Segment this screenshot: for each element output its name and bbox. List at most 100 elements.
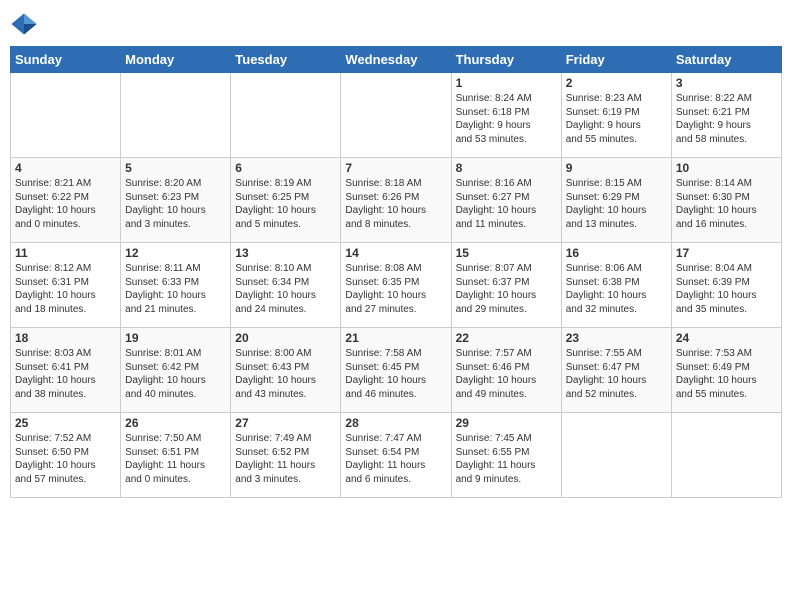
day-number: 14	[345, 246, 446, 260]
day-info: Sunrise: 8:06 AM Sunset: 6:38 PM Dayligh…	[566, 262, 667, 316]
day-info: Sunrise: 8:03 AM Sunset: 6:41 PM Dayligh…	[15, 347, 116, 401]
day-number: 27	[235, 416, 336, 430]
header-cell-sunday: Sunday	[11, 47, 121, 73]
week-row-3: 18Sunrise: 8:03 AM Sunset: 6:41 PM Dayli…	[11, 328, 782, 413]
day-number: 7	[345, 161, 446, 175]
day-cell: 21 Sunrise: 7:58 AM Sunset: 6:45 PM Dayli…	[341, 328, 451, 413]
day-info: Sunrise: 8:07 AM Sunset: 6:37 PM Dayligh…	[456, 262, 557, 316]
day-cell: 25 Sunrise: 7:52 AM Sunset: 6:50 PM Dayli…	[11, 413, 121, 498]
day-number: 28	[345, 416, 446, 430]
day-info: Sunrise: 7:49 AM Sunset: 6:52 PM Dayligh…	[235, 432, 336, 486]
week-row-4: 25 Sunrise: 7:52 AM Sunset: 6:50 PM Dayli…	[11, 413, 782, 498]
day-cell: 10 Sunrise: 8:14 AM Sunset: 6:30 PM Dayli…	[671, 158, 781, 243]
day-number: 29	[456, 416, 557, 430]
day-number: 11	[15, 246, 116, 260]
day-number: 13	[235, 246, 336, 260]
header-cell-friday: Friday	[561, 47, 671, 73]
day-cell: 22 Sunrise: 7:57 AM Sunset: 6:46 PM Dayli…	[451, 328, 561, 413]
day-number: 26	[125, 416, 226, 430]
day-number: 2	[566, 76, 667, 90]
day-cell: 5 Sunrise: 8:20 AM Sunset: 6:23 PM Daylig…	[121, 158, 231, 243]
day-info: Sunrise: 8:15 AM Sunset: 6:29 PM Dayligh…	[566, 177, 667, 231]
day-info: Sunrise: 8:01 AM Sunset: 6:42 PM Dayligh…	[125, 347, 226, 401]
day-cell	[231, 73, 341, 158]
day-cell	[11, 73, 121, 158]
day-cell: 8Sunrise: 8:16 AM Sunset: 6:27 PM Daylig…	[451, 158, 561, 243]
day-number: 12	[125, 246, 226, 260]
day-cell: 14Sunrise: 8:08 AM Sunset: 6:35 PM Dayli…	[341, 243, 451, 328]
day-cell: 9 Sunrise: 8:15 AM Sunset: 6:29 PM Daylig…	[561, 158, 671, 243]
day-info: Sunrise: 8:10 AM Sunset: 6:34 PM Dayligh…	[235, 262, 336, 316]
day-info: Sunrise: 8:23 AM Sunset: 6:19 PM Dayligh…	[566, 92, 667, 146]
day-number: 21	[345, 331, 446, 345]
week-row-0: 1 Sunrise: 8:24 AM Sunset: 6:18 PM Daylig…	[11, 73, 782, 158]
calendar-body: 1 Sunrise: 8:24 AM Sunset: 6:18 PM Daylig…	[11, 73, 782, 498]
day-info: Sunrise: 7:53 AM Sunset: 6:49 PM Dayligh…	[676, 347, 777, 401]
day-cell: 20 Sunrise: 8:00 AM Sunset: 6:43 PM Dayli…	[231, 328, 341, 413]
day-cell	[121, 73, 231, 158]
day-info: Sunrise: 7:55 AM Sunset: 6:47 PM Dayligh…	[566, 347, 667, 401]
day-number: 22	[456, 331, 557, 345]
day-info: Sunrise: 8:04 AM Sunset: 6:39 PM Dayligh…	[676, 262, 777, 316]
day-number: 6	[235, 161, 336, 175]
day-cell: 28 Sunrise: 7:47 AM Sunset: 6:54 PM Dayli…	[341, 413, 451, 498]
day-info: Sunrise: 8:24 AM Sunset: 6:18 PM Dayligh…	[456, 92, 557, 146]
page-header	[10, 10, 782, 38]
day-number: 16	[566, 246, 667, 260]
calendar-table: SundayMondayTuesdayWednesdayThursdayFrid…	[10, 46, 782, 498]
day-number: 8	[456, 161, 557, 175]
day-cell: 26 Sunrise: 7:50 AM Sunset: 6:51 PM Dayli…	[121, 413, 231, 498]
day-info: Sunrise: 8:00 AM Sunset: 6:43 PM Dayligh…	[235, 347, 336, 401]
day-cell: 17 Sunrise: 8:04 AM Sunset: 6:39 PM Dayli…	[671, 243, 781, 328]
day-info: Sunrise: 8:12 AM Sunset: 6:31 PM Dayligh…	[15, 262, 116, 316]
day-number: 5	[125, 161, 226, 175]
header-cell-thursday: Thursday	[451, 47, 561, 73]
day-cell: 12 Sunrise: 8:11 AM Sunset: 6:33 PM Dayli…	[121, 243, 231, 328]
day-info: Sunrise: 7:57 AM Sunset: 6:46 PM Dayligh…	[456, 347, 557, 401]
day-info: Sunrise: 8:20 AM Sunset: 6:23 PM Dayligh…	[125, 177, 226, 231]
day-info: Sunrise: 8:22 AM Sunset: 6:21 PM Dayligh…	[676, 92, 777, 146]
day-info: Sunrise: 7:52 AM Sunset: 6:50 PM Dayligh…	[15, 432, 116, 486]
day-cell: 16 Sunrise: 8:06 AM Sunset: 6:38 PM Dayli…	[561, 243, 671, 328]
day-cell: 19Sunrise: 8:01 AM Sunset: 6:42 PM Dayli…	[121, 328, 231, 413]
day-info: Sunrise: 8:11 AM Sunset: 6:33 PM Dayligh…	[125, 262, 226, 316]
day-info: Sunrise: 7:47 AM Sunset: 6:54 PM Dayligh…	[345, 432, 446, 486]
day-cell	[341, 73, 451, 158]
day-number: 1	[456, 76, 557, 90]
day-number: 15	[456, 246, 557, 260]
day-cell: 18Sunrise: 8:03 AM Sunset: 6:41 PM Dayli…	[11, 328, 121, 413]
header-row: SundayMondayTuesdayWednesdayThursdayFrid…	[11, 47, 782, 73]
day-number: 23	[566, 331, 667, 345]
day-info: Sunrise: 8:19 AM Sunset: 6:25 PM Dayligh…	[235, 177, 336, 231]
day-cell: 27 Sunrise: 7:49 AM Sunset: 6:52 PM Dayli…	[231, 413, 341, 498]
header-cell-saturday: Saturday	[671, 47, 781, 73]
day-number: 9	[566, 161, 667, 175]
day-cell: 2 Sunrise: 8:23 AM Sunset: 6:19 PM Daylig…	[561, 73, 671, 158]
week-row-1: 4Sunrise: 8:21 AM Sunset: 6:22 PM Daylig…	[11, 158, 782, 243]
day-cell: 6 Sunrise: 8:19 AM Sunset: 6:25 PM Daylig…	[231, 158, 341, 243]
day-number: 10	[676, 161, 777, 175]
day-info: Sunrise: 8:14 AM Sunset: 6:30 PM Dayligh…	[676, 177, 777, 231]
day-cell: 23 Sunrise: 7:55 AM Sunset: 6:47 PM Dayli…	[561, 328, 671, 413]
day-cell: 1 Sunrise: 8:24 AM Sunset: 6:18 PM Daylig…	[451, 73, 561, 158]
header-cell-wednesday: Wednesday	[341, 47, 451, 73]
day-cell: 24 Sunrise: 7:53 AM Sunset: 6:49 PM Dayli…	[671, 328, 781, 413]
day-cell: 3 Sunrise: 8:22 AM Sunset: 6:21 PM Daylig…	[671, 73, 781, 158]
day-cell: 4Sunrise: 8:21 AM Sunset: 6:22 PM Daylig…	[11, 158, 121, 243]
day-number: 25	[15, 416, 116, 430]
day-number: 20	[235, 331, 336, 345]
day-cell: 13 Sunrise: 8:10 AM Sunset: 6:34 PM Dayli…	[231, 243, 341, 328]
day-cell: 29 Sunrise: 7:45 AM Sunset: 6:55 PM Dayli…	[451, 413, 561, 498]
day-number: 3	[676, 76, 777, 90]
day-info: Sunrise: 7:50 AM Sunset: 6:51 PM Dayligh…	[125, 432, 226, 486]
logo	[10, 10, 42, 38]
day-number: 17	[676, 246, 777, 260]
logo-icon	[10, 10, 38, 38]
day-number: 4	[15, 161, 116, 175]
day-info: Sunrise: 7:58 AM Sunset: 6:45 PM Dayligh…	[345, 347, 446, 401]
day-cell: 7Sunrise: 8:18 AM Sunset: 6:26 PM Daylig…	[341, 158, 451, 243]
day-number: 24	[676, 331, 777, 345]
day-cell: 15 Sunrise: 8:07 AM Sunset: 6:37 PM Dayli…	[451, 243, 561, 328]
day-info: Sunrise: 7:45 AM Sunset: 6:55 PM Dayligh…	[456, 432, 557, 486]
calendar-header: SundayMondayTuesdayWednesdayThursdayFrid…	[11, 47, 782, 73]
